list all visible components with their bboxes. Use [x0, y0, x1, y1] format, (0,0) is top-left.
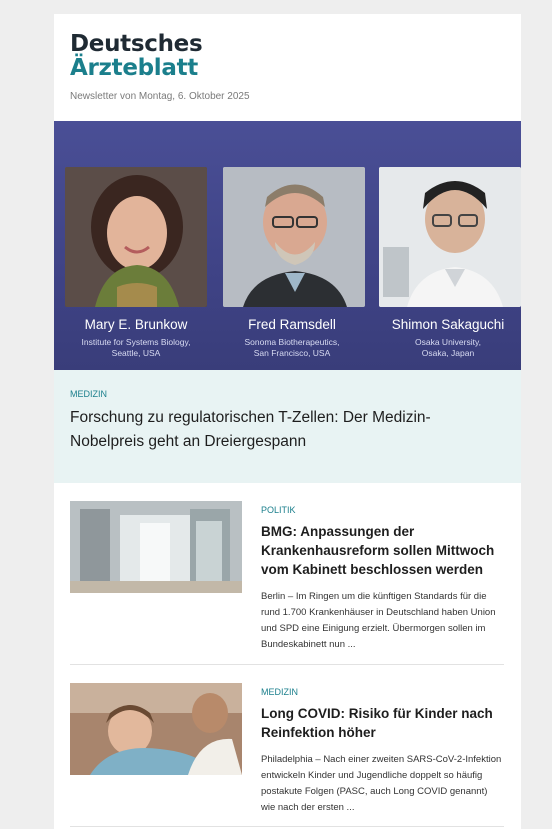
- logo-line2: Ärzteblatt: [70, 55, 198, 81]
- article-teaser: Berlin – Im Ringen um die künftigen Stan…: [261, 591, 496, 650]
- article-teaser: Philadelphia – Nach einer zweiten SARS-C…: [261, 754, 502, 813]
- person-affiliation: Institute for Systems Biology, Seattle, …: [81, 337, 191, 358]
- article-category: POLITIK: [261, 505, 296, 515]
- article-thumbnail[interactable]: [70, 501, 242, 593]
- lead-article[interactable]: MEDIZIN Forschung zu regulatorischen T-Z…: [54, 370, 521, 483]
- article-thumbnail[interactable]: [70, 683, 242, 775]
- divider: [70, 826, 504, 827]
- logo[interactable]: Deutsches Ärzteblatt: [70, 31, 203, 81]
- person-name: Fred Ramsdell: [248, 317, 336, 332]
- logo-line1: Deutsches: [70, 31, 203, 57]
- lead-category: MEDIZIN: [70, 389, 107, 399]
- person-affiliation: Osaka University, Osaka, Japan: [415, 337, 481, 358]
- portrait-sakaguchi: [379, 167, 521, 307]
- person-name: Shimon Sakaguchi: [391, 317, 505, 332]
- newsletter-card: Deutsches Ärzteblatt Newsletter von Mont…: [54, 14, 521, 829]
- article-category: MEDIZIN: [261, 687, 298, 697]
- divider: [70, 664, 504, 665]
- newsletter-date: Newsletter von Montag, 6. Oktober 2025: [70, 91, 250, 102]
- article-title-link[interactable]: Long COVID: Risiko für Kinder nach Reinf…: [261, 704, 504, 742]
- person-name: Mary E. Brunkow: [84, 317, 188, 332]
- lead-title-link[interactable]: Forschung zu regulatorischen T-Zellen: D…: [70, 406, 490, 454]
- person-affiliation: Sonoma Biotherapeutics, San Francisco, U…: [244, 337, 340, 358]
- portrait-brunkow: [65, 167, 207, 307]
- article-title-link[interactable]: BMG: Anpassungen der Krankenhausreform s…: [261, 522, 504, 579]
- hero-image[interactable]: Mary E. Brunkow Institute for Systems Bi…: [54, 121, 521, 370]
- portrait-ramsdell: [223, 167, 365, 307]
